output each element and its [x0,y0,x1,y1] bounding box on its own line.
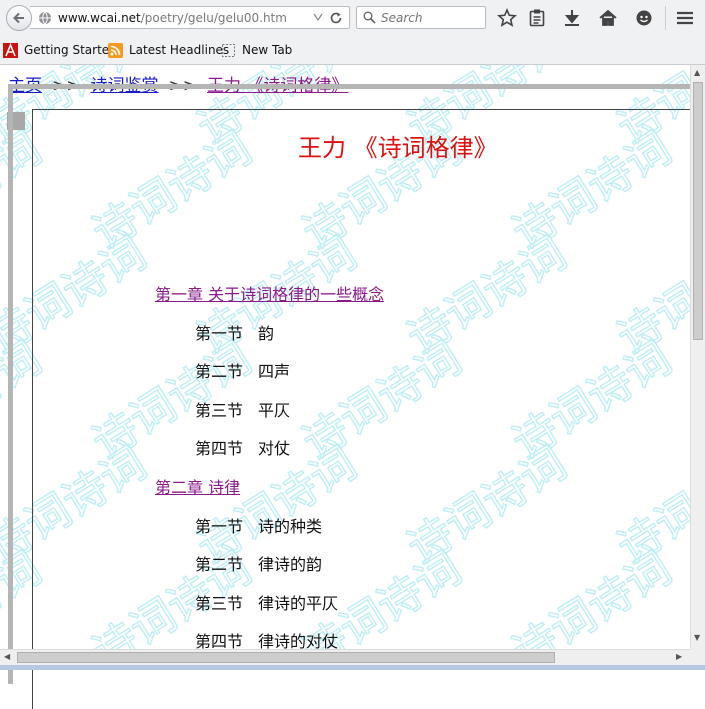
scrollbar-corner [690,649,705,665]
window-bottom-border [0,665,705,670]
toolbar-separator [665,6,666,30]
chat-icon[interactable] [633,7,655,29]
horizontal-scroll-thumb[interactable] [17,652,555,663]
section-number: 第三节 [195,401,244,420]
section-item: 第二节 四声 [195,358,290,382]
section-title: 诗的种类 [258,517,323,536]
bookmark-new-tab[interactable]: New Tab [221,43,301,59]
section-number: 第二节 [195,555,244,574]
section-title: 律诗的韵 [258,555,323,574]
url-text: www.wcai.net/poetry/gelu/gelu00.htm [58,11,287,25]
globe-icon [39,11,51,25]
browser-chrome: www.wcai.net/poetry/gelu/gelu00.htm Sear… [0,0,705,65]
navigation-toolbar: www.wcai.net/poetry/gelu/gelu00.htm [0,0,705,36]
bookmark-label: New Tab [242,43,293,57]
search-input[interactable] [381,10,481,25]
chapter-link[interactable]: 第二章 诗律 [155,474,240,498]
chapter-link[interactable]: 第一章 关于诗词格律的一些概念 [155,281,384,305]
section-item: 第一节韵 [195,320,274,344]
section-title: 律诗的平仄 [258,594,339,613]
bookmark-label: Getting Started [24,43,117,57]
bookmark-label: Latest Headlines [129,43,230,57]
content-inner-frame [32,109,705,709]
section-title: 平仄 [258,401,291,420]
search-icon [363,11,376,24]
reload-icon[interactable] [329,11,343,25]
rss-icon [108,43,123,58]
section-number: 第二节 [195,362,244,381]
section-title: 四声 [258,362,291,381]
scroll-right-arrow-icon[interactable]: ▶ [676,652,682,661]
section-number: 第四节 [195,439,244,458]
menu-icon[interactable] [674,7,696,29]
section-number: 第一节 [195,324,244,343]
section-title: 韵 [258,324,275,343]
section-number: 第三节 [195,594,244,613]
section-item: 第二节 律诗的韵 [195,551,322,575]
scroll-down-arrow-icon[interactable]: ▼ [694,633,700,642]
home-icon[interactable] [597,7,619,29]
reading-list-icon[interactable] [526,7,548,29]
search-box[interactable] [356,6,486,29]
url-dropdown-icon[interactable] [313,13,323,21]
bookmark-latest-headlines[interactable]: Latest Headlines [108,43,229,59]
adobe-icon [3,43,18,58]
section-number: 第一节 [195,517,244,536]
address-bar[interactable]: www.wcai.net/poetry/gelu/gelu00.htm [30,6,350,29]
section-item: 第三节 律诗的平仄 [195,590,338,614]
scroll-up-arrow-icon[interactable]: ▲ [694,68,700,77]
bookmarks-toolbar: Getting Started Latest Headlines New Tab [0,38,705,62]
section-item: 第一节 诗的种类 [195,513,322,537]
bookmark-star-icon[interactable] [496,7,518,29]
blank-page-icon [222,44,235,57]
vertical-scroll-thumb[interactable] [693,82,703,340]
page-title: 王力 《诗词格律》 [298,134,498,162]
section-title: 对仗 [258,439,291,458]
bookmark-getting-started[interactable]: Getting Started [3,43,117,59]
section-item: 第三节 平仄 [195,397,290,421]
back-button[interactable] [6,5,32,31]
back-arrow-icon [13,12,24,24]
horizontal-scrollbar[interactable]: ◀ ▶ [0,649,690,665]
url-host: www.wcai.net [58,11,141,25]
url-path: /poetry/gelu/gelu00.htm [140,11,287,25]
download-icon[interactable] [561,7,583,29]
vertical-scrollbar[interactable]: ▲ ▼ [690,65,705,649]
scroll-left-arrow-icon[interactable]: ◀ [4,652,10,661]
section-item: 第四节 对仗 [195,435,290,459]
